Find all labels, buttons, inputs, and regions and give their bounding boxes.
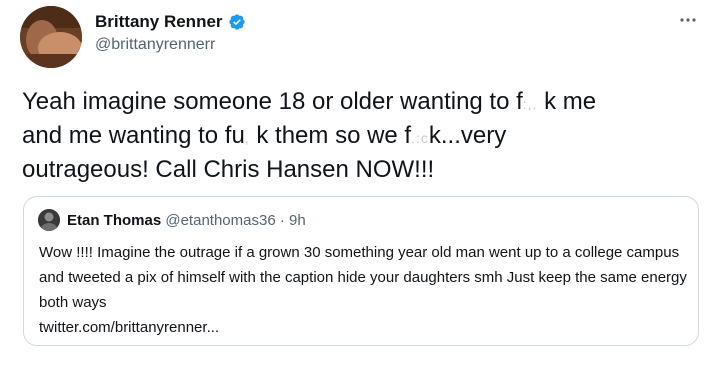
quoted-tweet-text: Wow !!!! Imagine the outrage if a grown … (39, 240, 689, 340)
quoted-author-name[interactable]: Etan Thomas (67, 212, 161, 229)
tweet-text-segment: Yeah imagine someone 18 or older wanting… (22, 88, 523, 115)
tweet-text-segment: k me (544, 88, 597, 115)
more-horizontal-icon (680, 18, 696, 22)
quoted-tweet-time[interactable]: 9h (289, 212, 306, 229)
quoted-tweet-link[interactable]: twitter.com/brittanyrenner... (39, 319, 219, 336)
censored-blur: , (244, 130, 250, 146)
avatar-image (38, 209, 60, 231)
author-display-name[interactable]: Brittany Renner (95, 12, 223, 32)
censored-blur: :,. (522, 96, 538, 112)
author-name-row: Brittany Renner (95, 10, 246, 34)
tweet-text-segment: k them so we f (256, 122, 412, 149)
more-options-button[interactable] (674, 10, 702, 30)
tweet-line-3: outrageous! Call Chris Hansen NOW!!! (22, 156, 435, 183)
censored-blur: .:c (411, 130, 429, 146)
tweet-text: Yeah imagine someone 18 or older wanting… (22, 86, 712, 185)
tweet-line-1: Yeah imagine someone 18 or older wanting… (22, 88, 596, 115)
quoted-tweet-header: Etan Thomas @etanthomas36 · 9h (67, 211, 306, 231)
tweet-line-2: and me wanting to fu, k them so we f.:ck… (22, 122, 506, 149)
verified-badge-icon (228, 13, 246, 31)
quoted-tweet-body: Wow !!!! Imagine the outrage if a grown … (39, 244, 687, 311)
author-handle[interactable]: @brittanyrennerr (95, 36, 215, 54)
tweet: Brittany Renner @brittanyrennerr Yeah im… (0, 0, 720, 369)
author-avatar[interactable] (20, 6, 82, 68)
quoted-tweet-card[interactable]: Etan Thomas @etanthomas36 · 9h Wow !!!! … (23, 196, 699, 346)
avatar-image (20, 6, 82, 68)
tweet-text-segment: k...very (428, 122, 507, 149)
quoted-author-avatar[interactable] (38, 209, 60, 231)
meta-separator: · (279, 212, 285, 229)
quoted-author-handle[interactable]: @etanthomas36 (165, 212, 275, 229)
tweet-text-segment: and me wanting to fu (22, 122, 245, 149)
